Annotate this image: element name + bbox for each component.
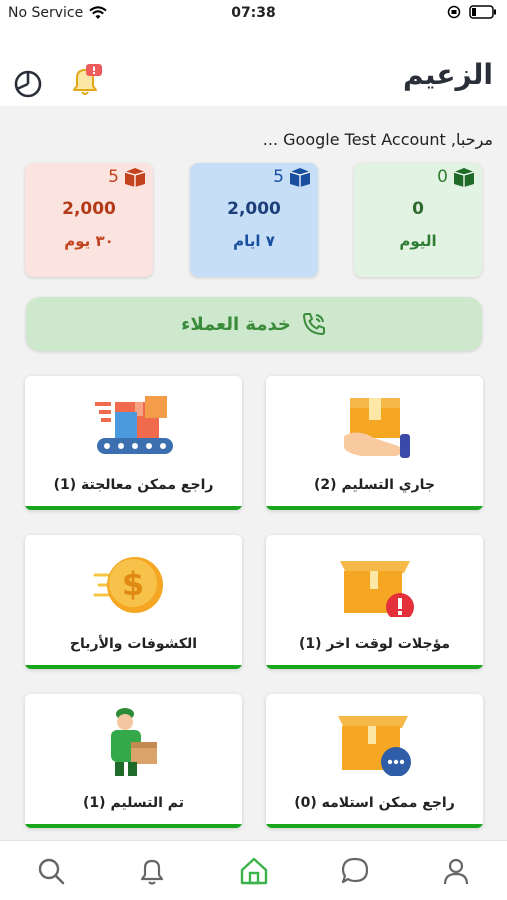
customer-support-button[interactable]: خدمة العملاء xyxy=(26,297,482,351)
stat-card-week[interactable]: 5 2,000 ٧ ايام xyxy=(190,163,318,277)
tile-accent-bar xyxy=(25,824,242,828)
tile-accent-bar xyxy=(266,665,483,669)
box-icon xyxy=(289,168,311,187)
box-pending-icon xyxy=(338,716,411,776)
conveyor-belt-icon xyxy=(95,396,173,454)
tile-accent-bar xyxy=(25,665,242,669)
tile-accent-bar xyxy=(25,506,242,510)
stat-amount: 2,000 xyxy=(62,199,116,219)
tile-label: الكشوفات والأرباح xyxy=(69,636,198,652)
tile-returns-processing[interactable]: راجع ممكن معالجتة (1) xyxy=(25,376,242,510)
tile-accent-bar xyxy=(266,824,483,828)
orientation-lock-icon xyxy=(447,5,461,19)
tile-label: جاري التسليم (2) xyxy=(314,477,435,493)
tile-label: راجع ممكن استلامه (0) xyxy=(294,795,455,811)
bell-icon[interactable] xyxy=(135,854,169,888)
status-bar: No Service 07:38 xyxy=(0,0,507,26)
battery-icon xyxy=(469,5,496,19)
user-icon[interactable] xyxy=(439,854,473,888)
box-alert-icon xyxy=(340,561,414,617)
customer-support-label: خدمة العملاء xyxy=(181,313,291,335)
notification-bell-icon[interactable] xyxy=(66,62,104,100)
stat-period: اليوم xyxy=(399,232,437,250)
home-icon[interactable] xyxy=(237,854,271,888)
stat-count: 0 xyxy=(437,167,448,187)
bottom-nav xyxy=(0,840,507,900)
box-icon xyxy=(453,168,475,187)
status-time: 07:38 xyxy=(231,5,276,21)
chat-icon[interactable] xyxy=(338,854,372,888)
stat-count: 5 xyxy=(108,167,119,187)
stat-card-today[interactable]: 0 0 اليوم xyxy=(354,163,482,277)
tile-postponed[interactable]: مؤجلات لوقت اخر (1) xyxy=(266,535,483,669)
app-title: الزعيم xyxy=(402,58,493,91)
app-header: الزعيم xyxy=(0,26,507,106)
tile-accent-bar xyxy=(266,506,483,510)
tile-label: مؤجلات لوقت اخر (1) xyxy=(298,636,451,652)
tile-delivered[interactable]: تم التسليم (1) xyxy=(25,694,242,828)
greeting-text: مرحبا, Google Test Account ... xyxy=(262,130,493,149)
stat-period: ٧ ايام xyxy=(233,232,275,250)
stat-period: ٣٠ يوم xyxy=(64,232,114,250)
stat-amount: 0 xyxy=(412,199,424,219)
tile-in-delivery[interactable]: جاري التسليم (2) xyxy=(266,376,483,510)
svg-text:$: $ xyxy=(122,565,144,603)
search-icon[interactable] xyxy=(34,854,68,888)
stat-card-month[interactable]: 5 2,000 ٣٠ يوم xyxy=(25,163,153,277)
box-icon xyxy=(124,168,146,187)
tile-label: راجع ممكن معالجتة (1) xyxy=(53,477,214,493)
phone-call-icon xyxy=(302,313,325,335)
delivery-man-icon xyxy=(111,708,157,776)
stat-amount: 2,000 xyxy=(227,199,281,219)
dollar-coin-icon: $ xyxy=(93,557,163,613)
stat-count: 5 xyxy=(273,167,284,187)
tile-label: تم التسليم (1) xyxy=(83,795,184,811)
tile-statements-profits[interactable]: $ الكشوفات والأرباح xyxy=(25,535,242,669)
tile-returns-receivable[interactable]: راجع ممكن استلامه (0) xyxy=(266,694,483,828)
package-in-hand-icon xyxy=(344,398,410,458)
pie-chart-icon[interactable] xyxy=(12,68,44,100)
